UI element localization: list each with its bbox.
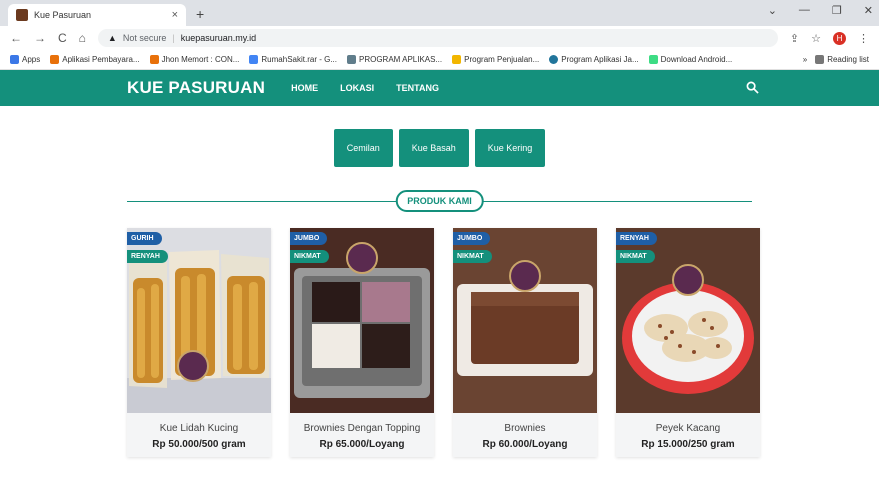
- product-info: Brownies Dengan Topping Rp 65.000/Loyang: [290, 413, 434, 457]
- apps-grid-icon: [10, 55, 19, 64]
- reload-icon[interactable]: C: [58, 31, 67, 45]
- nav-tentang[interactable]: TENTANG: [396, 83, 439, 93]
- warning-icon: ▲: [107, 33, 117, 43]
- blogger-icon: [149, 55, 159, 64]
- browser-tab-strip: Kue Pasuruan × + ⌄ — ❐ ✕: [0, 0, 879, 26]
- category-kue-basah-button[interactable]: Kue Basah: [398, 129, 469, 167]
- drive-file-icon: [249, 55, 259, 64]
- bookmark-item[interactable]: Program Penjualan...: [452, 55, 539, 64]
- tab-title: Kue Pasuruan: [34, 10, 92, 20]
- bookmark-item[interactable]: Jhon Memort : CON...: [149, 55, 239, 64]
- url-text[interactable]: kuepasuruan.my.id: [181, 33, 256, 43]
- badge-nikmat: NIKMAT: [616, 250, 655, 263]
- home-icon[interactable]: ⌂: [79, 31, 86, 45]
- toolbar-right: ⇪ ☆ H ⋮: [790, 31, 869, 45]
- product-info: Kue Lidah Kucing Rp 50.000/500 gram: [127, 413, 271, 457]
- product-image[interactable]: JUMBO NIKMAT: [453, 228, 597, 413]
- bookmark-item[interactable]: PROGRAM APLIKAS...: [346, 55, 442, 64]
- badge-nikmat: NIKMAT: [453, 250, 492, 263]
- badge-renyah: RENYAH: [616, 232, 657, 245]
- tab-search-icon[interactable]: ⌄: [768, 4, 777, 17]
- site-icon: [452, 55, 462, 64]
- share-icon[interactable]: ⇪: [790, 32, 799, 45]
- product-grid: GURIH RENYAH Kue Lidah Kucing Rp 50.000/…: [127, 228, 879, 457]
- bookmarks-bar: Apps Aplikasi Pembayara... Jhon Memort :…: [0, 50, 879, 70]
- badge-renyah: RENYAH: [127, 250, 168, 263]
- nav-lokasi[interactable]: LOKASI: [340, 83, 374, 93]
- tab-close-icon[interactable]: ×: [172, 9, 178, 21]
- wordpress-icon: [549, 55, 559, 64]
- menu-icon[interactable]: ⋮: [858, 32, 869, 45]
- section-title: PRODUK KAMI: [395, 190, 484, 212]
- reading-list-icon: [815, 55, 825, 64]
- section-header: PRODUK KAMI: [127, 190, 752, 214]
- product-image[interactable]: JUMBO NIKMAT: [290, 228, 434, 413]
- site-navbar: KUE PASURUAN HOME LOKASI TENTANG: [0, 70, 879, 106]
- product-price: Rp 50.000/500 gram: [152, 439, 246, 450]
- site-favicon-icon: [16, 9, 28, 21]
- product-name[interactable]: Brownies: [457, 423, 593, 434]
- product-image[interactable]: RENYAH NIKMAT: [616, 228, 760, 413]
- bookmark-item[interactable]: Aplikasi Pembayara...: [50, 55, 140, 64]
- omnibox[interactable]: ▲ Not secure | kuepasuruan.my.id: [97, 29, 778, 47]
- bookmark-item[interactable]: Program Aplikasi Ja...: [549, 55, 639, 64]
- forward-icon[interactable]: →: [34, 31, 46, 45]
- profile-avatar[interactable]: H: [833, 31, 846, 45]
- product-price: Rp 15.000/250 gram: [641, 439, 735, 450]
- address-bar-row: ← → C ⌂ ▲ Not secure | kuepasuruan.my.id…: [0, 26, 879, 50]
- bookmark-star-icon[interactable]: ☆: [811, 32, 821, 45]
- product-name[interactable]: Brownies Dengan Topping: [294, 423, 430, 434]
- product-name[interactable]: Peyek Kacang: [620, 423, 756, 434]
- badge-jumbo: JUMBO: [453, 232, 491, 245]
- site-brand[interactable]: KUE PASURUAN: [127, 78, 265, 98]
- android-icon: [648, 55, 658, 64]
- badge-jumbo: JUMBO: [290, 232, 328, 245]
- reading-list-button[interactable]: Reading list: [815, 55, 869, 64]
- close-window-icon[interactable]: ✕: [864, 4, 873, 17]
- badge-nikmat: NIKMAT: [290, 250, 329, 263]
- minimize-icon[interactable]: —: [799, 4, 810, 17]
- product-image[interactable]: GURIH RENYAH: [127, 228, 271, 413]
- search-icon[interactable]: [746, 81, 759, 94]
- new-tab-button[interactable]: +: [196, 6, 204, 22]
- product-card[interactable]: JUMBO NIKMAT Brownies Rp 60.000/Loyang: [453, 228, 597, 457]
- product-info: Brownies Rp 60.000/Loyang: [453, 413, 597, 457]
- bookmark-item[interactable]: Download Android...: [648, 55, 732, 64]
- maximize-icon[interactable]: ❐: [832, 4, 842, 17]
- security-label: Not secure: [122, 33, 167, 43]
- browser-tab[interactable]: Kue Pasuruan ×: [8, 4, 186, 26]
- more-bookmarks-icon[interactable]: »: [803, 55, 807, 64]
- product-card[interactable]: RENYAH NIKMAT Peyek Kacang Rp 15.000/250…: [616, 228, 760, 457]
- bookmarks-bar-right: » Reading list: [803, 55, 869, 64]
- bookmark-item[interactable]: RumahSakit.rar - G...: [249, 55, 337, 64]
- product-price: Rp 60.000/Loyang: [482, 439, 568, 450]
- back-icon[interactable]: ←: [10, 31, 22, 45]
- category-cemilan-button[interactable]: Cemilan: [333, 129, 393, 167]
- nav-home[interactable]: HOME: [291, 83, 318, 93]
- product-card[interactable]: GURIH RENYAH Kue Lidah Kucing Rp 50.000/…: [127, 228, 271, 457]
- blogger-icon: [50, 55, 60, 64]
- badge-gurih: GURIH: [127, 232, 162, 245]
- bookmark-apps[interactable]: Apps: [10, 55, 40, 64]
- site-icon: [346, 55, 356, 64]
- product-name[interactable]: Kue Lidah Kucing: [131, 423, 267, 434]
- product-info: Peyek Kacang Rp 15.000/250 gram: [616, 413, 760, 457]
- product-price: Rp 65.000/Loyang: [319, 439, 405, 450]
- omnibox-divider: |: [172, 33, 175, 43]
- category-kue-kering-button[interactable]: Kue Kering: [474, 129, 546, 167]
- category-filter: Cemilan Kue Basah Kue Kering: [0, 129, 879, 167]
- product-card[interactable]: JUMBO NIKMAT Brownies Dengan Topping Rp …: [290, 228, 434, 457]
- window-controls: ⌄ — ❐ ✕: [768, 4, 873, 17]
